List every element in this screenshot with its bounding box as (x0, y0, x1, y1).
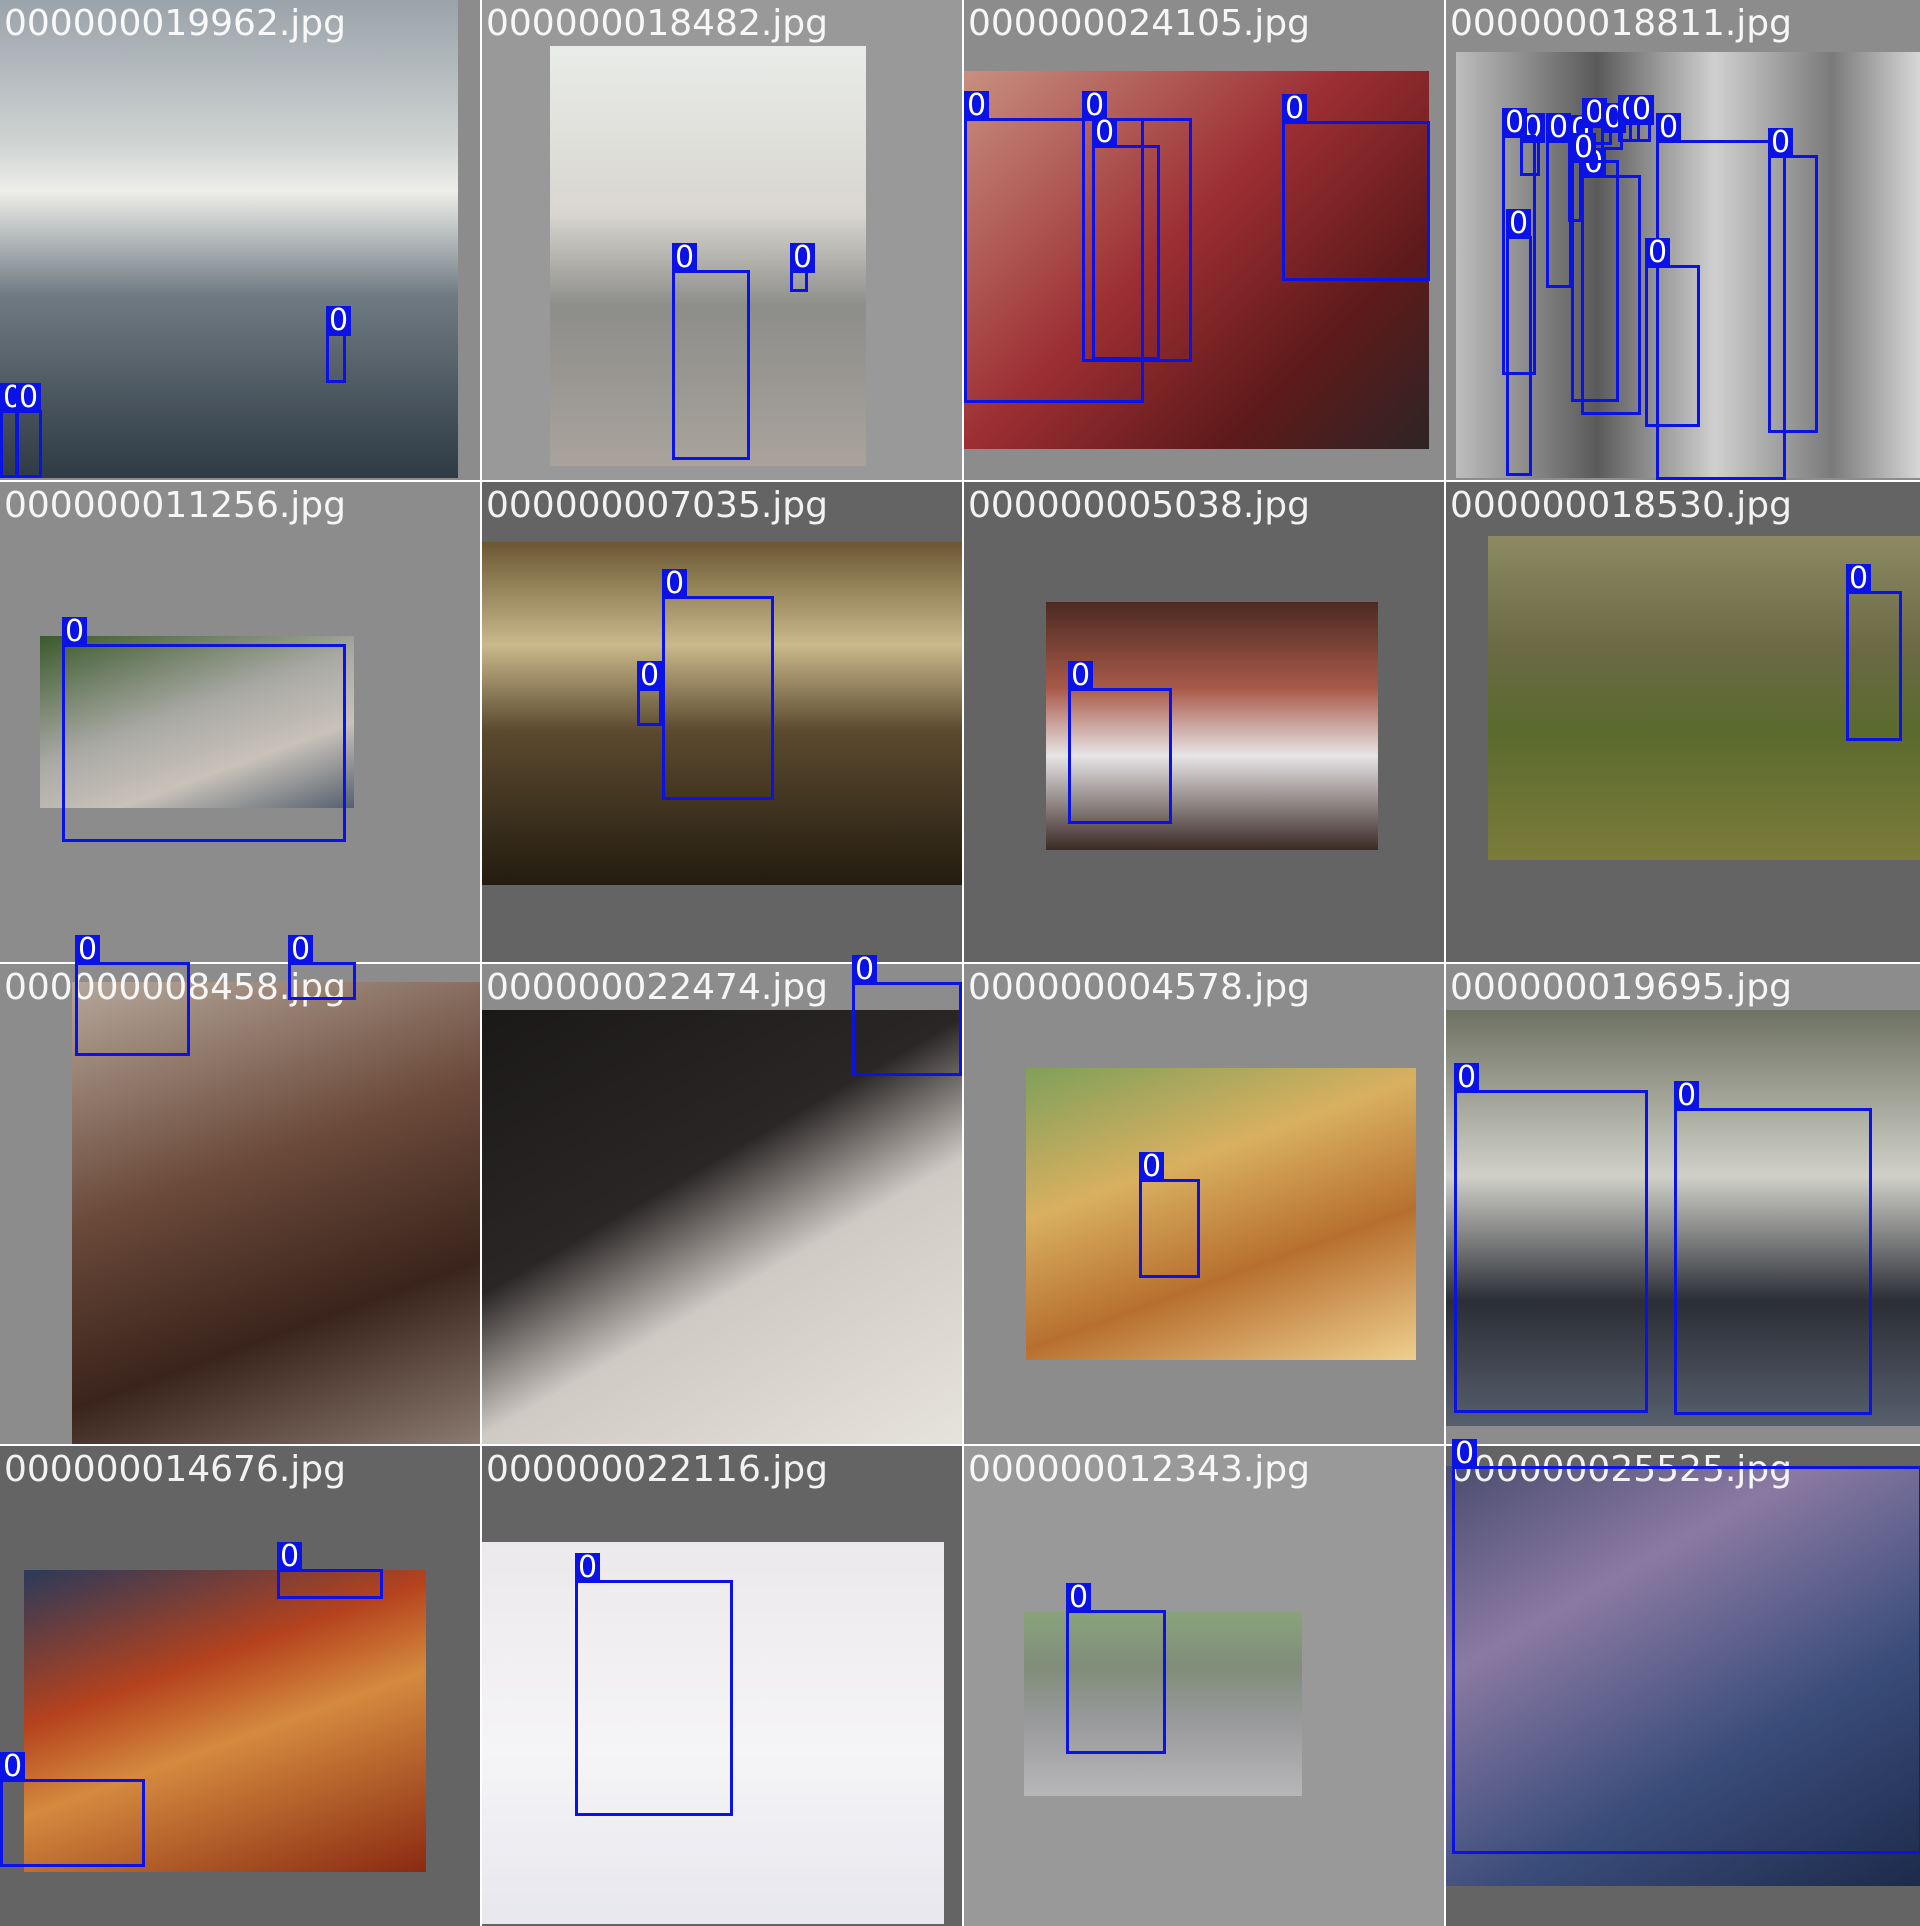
detection-class-label: 0 (1506, 209, 1532, 239)
detection-box: 0 (1846, 564, 1902, 741)
mosaic-tile: 000000012343.jpg (964, 1446, 1444, 1926)
tile-filename: 000000012343.jpg (968, 1449, 1310, 1490)
detection-class-label: 0 (75, 935, 101, 965)
detection-box: 0 (277, 1542, 383, 1599)
detection-box: 0 (1674, 1081, 1872, 1415)
tile-filename: 000000011256.jpg (4, 485, 346, 526)
tile-filename: 000000018482.jpg (486, 3, 828, 44)
detection-box: 0 (1282, 94, 1430, 281)
detection-box: 0 (1506, 209, 1532, 476)
detection-box: 0 (1452, 1439, 1920, 1854)
detection-box: 0 (75, 935, 190, 1056)
tile-filename: 000000024105.jpg (968, 3, 1310, 44)
detection-class-label: 0 (0, 1752, 26, 1782)
detection-class-label: 0 (288, 935, 314, 965)
detection-box: 0 (0, 1752, 145, 1867)
detection-class-label: 0 (16, 383, 42, 413)
detection-class-label: 0 (1546, 113, 1572, 143)
detection-box: 0 (662, 569, 774, 800)
tile-photo (0, 0, 458, 478)
detection-box: 0 (672, 243, 750, 460)
tile-filename: 000000022474.jpg (486, 967, 828, 1008)
detection-box: 0 (326, 306, 352, 383)
detection-class-label: 0 (326, 306, 352, 336)
tile-photo (1026, 1068, 1416, 1360)
detection-class-label: 0 (662, 569, 688, 599)
detection-class-label: 0 (1645, 238, 1671, 268)
tile-filename: 000000022116.jpg (486, 1449, 828, 1490)
detection-class-label: 0 (1656, 113, 1682, 143)
detection-class-label: 0 (1571, 133, 1597, 163)
detection-class-label: 0 (852, 955, 878, 985)
detection-class-label: 0 (1846, 564, 1872, 594)
detection-class-label: 0 (1452, 1439, 1478, 1469)
mosaic-tile: 000000008458.jpg (0, 964, 480, 1444)
detection-box: 0 (62, 617, 346, 842)
mosaic-tile: 000000005038.jpg (964, 482, 1444, 962)
tile-filename: 000000004578.jpg (968, 967, 1310, 1008)
tile-filename: 000000019695.jpg (1450, 967, 1792, 1008)
detection-box: 0 (790, 243, 816, 292)
mosaic-tile: 000000019962.jpg (0, 0, 480, 480)
detection-box: 0 (852, 955, 962, 1076)
detection-box: 0 (1066, 1583, 1166, 1754)
detection-box: 0 (1571, 133, 1619, 402)
detection-class-label: 0 (1454, 1063, 1480, 1093)
detection-box: 0 (288, 935, 356, 1000)
detection-class-label: 0 (637, 661, 663, 691)
detection-class-label: 0 (575, 1553, 601, 1583)
detection-box: 0 (1092, 118, 1160, 360)
detection-box: 0 (1454, 1063, 1648, 1413)
detection-box: 0 (1139, 1152, 1200, 1278)
detection-box: 0 (637, 661, 663, 726)
detection-class-label: 0 (790, 243, 816, 273)
detection-box: 0 (1068, 661, 1172, 824)
detection-class-label: 0 (1282, 94, 1308, 124)
detection-class-label: 0 (277, 1542, 303, 1572)
tile-filename: 000000005038.jpg (968, 485, 1310, 526)
detection-class-label: 0 (62, 617, 88, 647)
detection-class-label: 0 (1502, 108, 1528, 138)
detection-mosaic: 000000019962.jpg 0 0 0 000000018482.jpg 0 0 000… (0, 0, 1920, 1926)
tile-filename: 000000018530.jpg (1450, 485, 1792, 526)
detection-class-label: 0 (672, 243, 698, 273)
detection-class-label: 0 (1674, 1081, 1700, 1111)
detection-class-label: 0 (1139, 1152, 1165, 1182)
detection-box: 0 (575, 1553, 733, 1816)
detection-box: 0 (1546, 113, 1572, 288)
tile-filename: 000000007035.jpg (486, 485, 828, 526)
detection-class-label: 0 (1629, 95, 1655, 125)
detection-class-label: 0 (1092, 118, 1118, 148)
mosaic-tile: 000000004578.jpg (964, 964, 1444, 1444)
detection-box: 0 (1768, 128, 1818, 433)
detection-class-label: 0 (964, 91, 990, 121)
tile-filename: 000000018811.jpg (1450, 3, 1792, 44)
detection-box: 0 (1645, 238, 1700, 427)
tile-filename: 000000014676.jpg (4, 1449, 346, 1490)
detection-class-label: 0 (1066, 1583, 1092, 1613)
detection-class-label: 0 (1768, 128, 1794, 158)
detection-box: 0 (16, 383, 42, 478)
detection-box: 0 (1629, 95, 1655, 142)
detection-class-label: 0 (1068, 661, 1094, 691)
